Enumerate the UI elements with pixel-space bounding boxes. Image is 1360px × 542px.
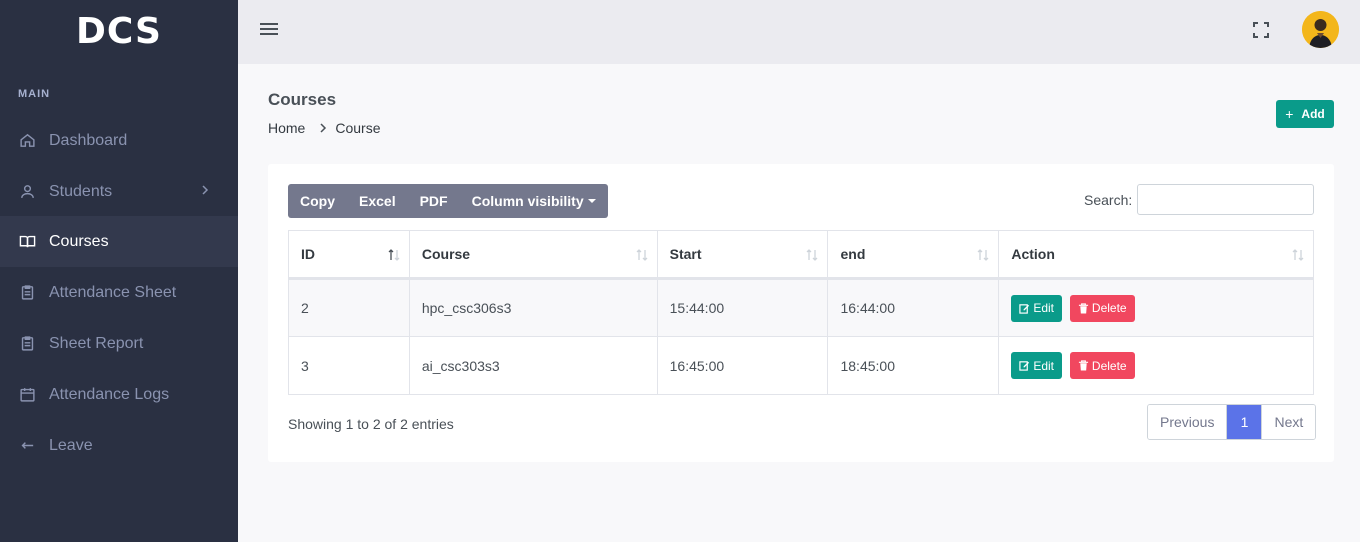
sidebar-item-leave[interactable]: Leave (0, 420, 238, 471)
sidebar-item-label: Sheet Report (49, 334, 144, 352)
edit-icon (1019, 303, 1030, 314)
caret-down-icon (587, 199, 596, 203)
copy-button[interactable]: Copy (288, 184, 347, 218)
cell-action: Edit Delete (998, 336, 1314, 395)
sidebar-item-label: Courses (49, 232, 109, 250)
sidebar-item-students[interactable]: Students (0, 166, 238, 217)
hamburger-menu-icon[interactable] (258, 20, 280, 38)
export-button-group: Copy Excel PDF Column visibility (288, 184, 608, 218)
sort-ascending-icon (388, 249, 400, 261)
table-row: 2 hpc_csc306s3 15:44:00 16:44:00 Edit De… (288, 278, 1314, 337)
column-visibility-button[interactable]: Column visibility (460, 184, 608, 218)
plus-icon: + (1285, 106, 1294, 122)
excel-button[interactable]: Excel (347, 184, 408, 218)
cell-start: 15:44:00 (656, 278, 829, 337)
book-icon (18, 233, 36, 251)
table-header-row: ID Course Start end Action (288, 230, 1314, 280)
column-header-id[interactable]: ID (288, 230, 410, 280)
pdf-button[interactable]: PDF (408, 184, 460, 218)
courses-table: ID Course Start end Action 2 hpc_csc306s… (288, 230, 1314, 395)
previous-page-button[interactable]: Previous (1148, 405, 1228, 439)
sidebar-item-label: Students (49, 182, 113, 200)
add-button[interactable]: + Add (1276, 100, 1334, 128)
breadcrumb-current: Course (335, 120, 381, 136)
pagination: Previous 1 Next (1147, 404, 1317, 440)
brand-logo[interactable]: DCS (0, 0, 238, 64)
arrow-left-icon (18, 437, 36, 455)
calendar-icon (18, 386, 36, 404)
sort-icon (977, 249, 989, 261)
cell-end: 16:44:00 (827, 278, 1000, 337)
sidebar-item-courses[interactable]: Courses (0, 216, 238, 267)
menu-section-title: MAIN (18, 88, 51, 100)
trash-icon (1078, 360, 1088, 371)
next-page-button[interactable]: Next (1261, 405, 1316, 439)
sidebar-item-label: Dashboard (49, 131, 128, 149)
sort-icon (807, 249, 818, 261)
chevron-right-icon (202, 185, 209, 195)
topbar (238, 0, 1360, 64)
sidebar-item-attendance-sheet[interactable]: Attendance Sheet (0, 267, 238, 318)
page-title: Courses (268, 90, 337, 109)
column-header-action[interactable]: Action (998, 230, 1314, 280)
cell-id: 3 (288, 336, 410, 395)
column-visibility-label: Column visibility (471, 193, 584, 209)
cell-course: ai_csc303s3 (408, 336, 658, 395)
breadcrumb-home[interactable]: Home (268, 120, 305, 136)
search-input[interactable] (1137, 184, 1314, 215)
cell-end: 18:45:00 (827, 336, 1000, 395)
page-1-button[interactable]: 1 (1227, 405, 1262, 439)
add-button-label: Add (1301, 107, 1325, 121)
edit-button[interactable]: Edit (1011, 294, 1063, 322)
delete-button[interactable]: Delete (1069, 352, 1135, 379)
breadcrumb: Home Course (268, 120, 381, 136)
cell-course: hpc_csc306s3 (408, 278, 658, 337)
clipboard-icon (18, 284, 36, 302)
sidebar-item-label: Attendance Logs (49, 385, 170, 403)
fullscreen-icon[interactable] (1251, 20, 1271, 40)
courses-card: Copy Excel PDF Column visibility Search:… (268, 164, 1334, 462)
sidebar-item-dashboard[interactable]: Dashboard (0, 115, 238, 166)
avatar[interactable] (1302, 11, 1339, 48)
chevron-right-icon (320, 123, 327, 133)
edit-button[interactable]: Edit (1011, 352, 1063, 379)
table-info: Showing 1 to 2 of 2 entries (288, 416, 454, 432)
home-icon (18, 132, 36, 150)
user-icon (18, 183, 36, 201)
delete-button[interactable]: Delete (1069, 294, 1135, 322)
edit-icon (1019, 361, 1030, 371)
search-label: Search: (1084, 192, 1133, 208)
sort-icon (1292, 249, 1304, 261)
sidebar-item-attendance-logs[interactable]: Attendance Logs (0, 369, 238, 420)
sort-icon (636, 249, 648, 261)
sidebar-item-label: Leave (49, 436, 93, 454)
trash-icon (1078, 302, 1088, 314)
clipboard-icon (18, 335, 36, 353)
column-header-course[interactable]: Course (408, 230, 658, 280)
sidebar-item-label: Attendance Sheet (49, 283, 177, 301)
cell-action: Edit Delete (998, 278, 1314, 337)
cell-start: 16:45:00 (656, 336, 829, 395)
sidebar: DCS MAIN Dashboard Students Courses Atte… (0, 0, 238, 542)
table-row: 3 ai_csc303s3 16:45:00 18:45:00 Edit Del… (288, 336, 1314, 395)
column-header-end[interactable]: end (827, 230, 1000, 280)
cell-id: 2 (288, 278, 410, 337)
column-header-start[interactable]: Start (656, 230, 829, 280)
sidebar-item-sheet-report[interactable]: Sheet Report (0, 318, 238, 369)
